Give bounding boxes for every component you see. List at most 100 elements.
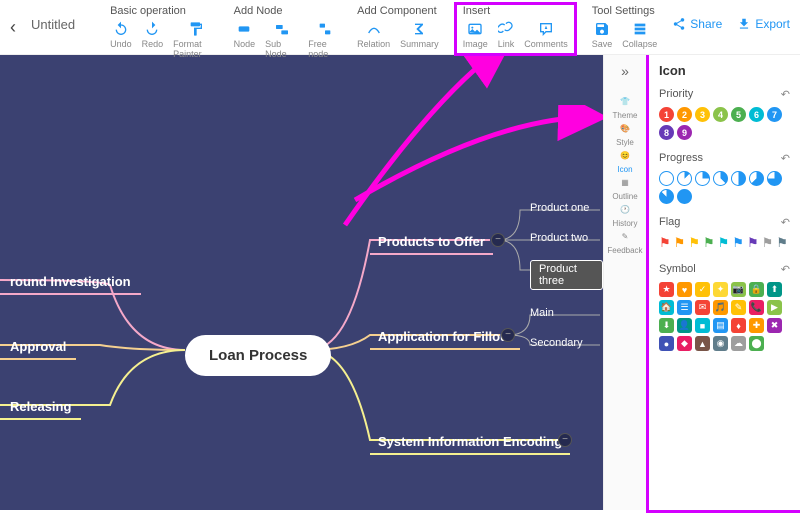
progress-3[interactable] <box>713 171 728 186</box>
tool-collapse[interactable]: Collapse <box>622 21 657 49</box>
progress-4[interactable] <box>731 171 746 186</box>
priority-4[interactable]: 4 <box>713 107 728 122</box>
symbol-21[interactable]: ● <box>659 336 674 351</box>
progress-1[interactable] <box>677 171 692 186</box>
flag-5[interactable]: ⚑ <box>732 235 744 251</box>
tool-redo[interactable]: Redo <box>142 21 164 59</box>
sidetab-feedback[interactable]: ✎Feedback <box>607 228 642 255</box>
tool-undo[interactable]: Undo <box>110 21 132 59</box>
symbol-19[interactable]: ✚ <box>749 318 764 333</box>
sidetab-outline[interactable]: ▦Outline <box>607 174 642 201</box>
share-button[interactable]: Share <box>672 17 722 31</box>
tool-save[interactable]: Save <box>592 21 613 49</box>
symbol-5[interactable]: 🔒 <box>749 282 764 297</box>
node-right-0[interactable]: Products to Offer <box>370 230 493 255</box>
undo-icon[interactable]: ↶ <box>781 263 790 276</box>
node-leaf[interactable]: Secondary <box>530 335 583 351</box>
progress-2[interactable] <box>695 171 710 186</box>
symbol-22[interactable]: ◆ <box>677 336 692 351</box>
progress-8[interactable] <box>677 189 692 204</box>
flag-0[interactable]: ⚑ <box>659 235 671 251</box>
symbol-16[interactable]: ■ <box>695 318 710 333</box>
tool-label: Relation <box>357 39 390 49</box>
flag-8[interactable]: ⚑ <box>776 235 788 251</box>
symbol-13[interactable]: ▶ <box>767 300 782 315</box>
node-left-0[interactable]: round Investigation <box>0 270 141 295</box>
progress-5[interactable] <box>749 171 764 186</box>
sidetab-theme[interactable]: 👕Theme <box>607 93 642 120</box>
flag-6[interactable]: ⚑ <box>747 235 759 251</box>
symbol-20[interactable]: ✖ <box>767 318 782 333</box>
priority-3[interactable]: 3 <box>695 107 710 122</box>
symbol-4[interactable]: 📷 <box>731 282 746 297</box>
export-button[interactable]: Export <box>737 17 790 31</box>
undo-icon[interactable]: ↶ <box>781 216 790 229</box>
priority-2[interactable]: 2 <box>677 107 692 122</box>
node-center[interactable]: Loan Process <box>185 335 331 376</box>
flag-3[interactable]: ⚑ <box>703 235 715 251</box>
tool-rel[interactable]: Relation <box>357 21 390 49</box>
flag-7[interactable]: ⚑ <box>762 235 774 251</box>
symbol-25[interactable]: ☁ <box>731 336 746 351</box>
node-leaf[interactable]: Product one <box>530 200 589 216</box>
sidetab-style[interactable]: 🎨Style <box>607 120 642 147</box>
tool-sum[interactable]: Summary <box>400 21 439 49</box>
flag-1[interactable]: ⚑ <box>674 235 686 251</box>
symbol-8[interactable]: ☰ <box>677 300 692 315</box>
expand-dot[interactable]: − <box>501 328 515 342</box>
priority-8[interactable]: 8 <box>659 125 674 140</box>
symbol-17[interactable]: ▤ <box>713 318 728 333</box>
priority-7[interactable]: 7 <box>767 107 782 122</box>
symbol-10[interactable]: 🎵 <box>713 300 728 315</box>
tool-node[interactable]: Node <box>234 21 256 59</box>
symbol-14[interactable]: ⬇ <box>659 318 674 333</box>
symbol-11[interactable]: ✎ <box>731 300 746 315</box>
node-leaf[interactable]: Product three <box>530 260 603 290</box>
symbol-15[interactable]: 👤 <box>677 318 692 333</box>
expand-dot[interactable]: − <box>558 433 572 447</box>
tool-subnode[interactable]: Sub Node <box>265 21 298 59</box>
back-button[interactable]: ‹ <box>10 17 16 38</box>
symbol-12[interactable]: 📞 <box>749 300 764 315</box>
progress-7[interactable] <box>659 189 674 204</box>
node-left-1[interactable]: Approval <box>0 335 76 360</box>
symbol-2[interactable]: ✓ <box>695 282 710 297</box>
sidetab-label: Outline <box>612 192 637 201</box>
document-title[interactable]: Untitled <box>31 17 75 32</box>
node-right-2[interactable]: System Information Encoding <box>370 430 570 455</box>
tool-img[interactable]: Image <box>463 21 488 49</box>
flag-4[interactable]: ⚑ <box>718 235 730 251</box>
priority-6[interactable]: 6 <box>749 107 764 122</box>
symbol-0[interactable]: ★ <box>659 282 674 297</box>
symbol-9[interactable]: ✉ <box>695 300 710 315</box>
symbol-6[interactable]: ⬆ <box>767 282 782 297</box>
symbol-23[interactable]: ▲ <box>695 336 710 351</box>
expand-dot[interactable]: − <box>491 233 505 247</box>
tool-paint[interactable]: Format Painter <box>173 21 219 59</box>
undo-icon[interactable]: ↶ <box>781 88 790 101</box>
priority-9[interactable]: 9 <box>677 125 692 140</box>
symbol-18[interactable]: ♦ <box>731 318 746 333</box>
symbol-26[interactable]: ⬤ <box>749 336 764 351</box>
node-right-1[interactable]: Application for Fillout <box>370 325 520 350</box>
node-left-2[interactable]: Releasing <box>0 395 81 420</box>
progress-0[interactable] <box>659 171 674 186</box>
node-leaf[interactable]: Main <box>530 305 554 321</box>
tool-comment[interactable]: Comments <box>524 21 568 49</box>
flag-2[interactable]: ⚑ <box>688 235 700 251</box>
priority-1[interactable]: 1 <box>659 107 674 122</box>
sidetab-history[interactable]: 🕐History <box>607 201 642 228</box>
tool-link[interactable]: Link <box>498 21 515 49</box>
symbol-1[interactable]: ♥ <box>677 282 692 297</box>
symbol-24[interactable]: ◉ <box>713 336 728 351</box>
progress-6[interactable] <box>767 171 782 186</box>
symbol-3[interactable]: ✦ <box>713 282 728 297</box>
collapse-panel-button[interactable]: » <box>621 63 629 79</box>
canvas[interactable]: Loan Process round Investigation Approval… <box>0 55 603 510</box>
symbol-7[interactable]: 🏠 <box>659 300 674 315</box>
priority-5[interactable]: 5 <box>731 107 746 122</box>
sidetab-icon[interactable]: 😊Icon <box>607 147 642 174</box>
undo-icon[interactable]: ↶ <box>781 152 790 165</box>
node-leaf[interactable]: Product two <box>530 230 588 246</box>
tool-freenode[interactable]: Free node <box>308 21 342 59</box>
